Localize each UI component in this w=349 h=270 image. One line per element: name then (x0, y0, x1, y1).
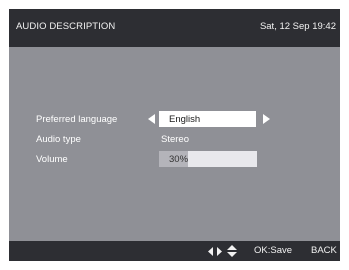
settings-panel: Preferred language English Audio type St… (9, 47, 340, 241)
setting-row-preferred-language[interactable]: Preferred language English (9, 111, 340, 127)
next-option-arrow-icon[interactable] (263, 114, 270, 124)
volume-label: Volume (36, 154, 68, 165)
ok-save-hint[interactable]: OK:Save (254, 245, 292, 256)
previous-option-arrow-icon[interactable] (148, 114, 155, 124)
preferred-language-value: English (169, 114, 201, 125)
volume-slider[interactable]: 30% (159, 151, 257, 167)
header-bar: AUDIO DESCRIPTION Sat, 12 Sep 19:42 (9, 9, 340, 47)
setting-row-audio-type[interactable]: Audio type Stereo (9, 131, 340, 147)
preferred-language-label: Preferred language (36, 114, 118, 125)
volume-value: 30% (169, 154, 189, 165)
footer-bar: OK:Save BACK (9, 241, 340, 261)
tv-menu-screen: AUDIO DESCRIPTION Sat, 12 Sep 19:42 Pref… (9, 9, 340, 261)
back-hint[interactable]: BACK (311, 245, 337, 256)
preferred-language-selector[interactable]: English (159, 111, 256, 127)
date-time: Sat, 12 Sep 19:42 (259, 21, 336, 32)
left-right-arrows-icon (208, 247, 222, 256)
audio-type-value: Stereo (161, 134, 189, 145)
audio-type-label: Audio type (36, 134, 81, 145)
up-down-arrows-icon (227, 245, 237, 257)
page-title: AUDIO DESCRIPTION (16, 21, 116, 32)
setting-row-volume[interactable]: Volume 30% (9, 151, 340, 167)
